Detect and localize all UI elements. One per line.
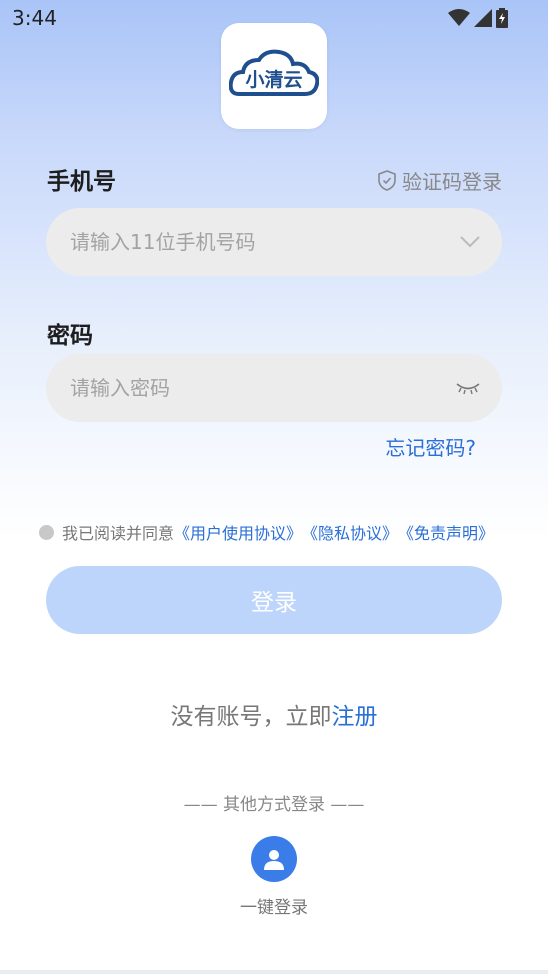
wifi-icon	[448, 9, 470, 26]
agreement-row: 我已阅读并同意 《用户使用协议》 《隐私协议》 《免责声明》	[39, 520, 494, 544]
disclaimer-link[interactable]: 《免责声明》	[398, 520, 494, 544]
chevron-down-icon[interactable]	[460, 236, 480, 248]
phone-field	[46, 208, 502, 276]
register-prefix: 没有账号，立即	[170, 704, 332, 730]
logo-text: 小清云	[245, 68, 302, 91]
other-login-title: —— 其他方式登录 ——	[183, 795, 365, 815]
register-link[interactable]: 注册	[332, 704, 378, 730]
user-agreement-link[interactable]: 《用户使用协议》	[174, 520, 302, 544]
password-label: 密码	[47, 323, 93, 349]
password-field	[46, 354, 502, 422]
privacy-link[interactable]: 《隐私协议》	[302, 520, 398, 544]
status-icons	[448, 8, 508, 28]
eye-closed-icon[interactable]	[456, 381, 480, 395]
phone-input[interactable]	[68, 229, 460, 255]
login-button[interactable]: 登录	[46, 566, 502, 634]
forgot-password-link[interactable]: 忘记密码?	[385, 432, 476, 461]
cloud-logo-icon: 小清云	[229, 49, 319, 96]
agreement-prefix: 我已阅读并同意	[62, 524, 175, 543]
sms-login-label: 验证码登录	[402, 170, 502, 194]
signal-icon	[474, 9, 492, 27]
one-key-login-button[interactable]	[251, 836, 297, 882]
one-key-login-label: 一键登录	[240, 898, 308, 918]
app-logo: 小清云	[221, 23, 327, 129]
shield-check-icon	[378, 170, 396, 191]
status-time: 3:44	[12, 6, 57, 30]
sms-login-link[interactable]: 验证码登录	[378, 166, 502, 195]
register-row: 没有账号，立即注册	[0, 697, 548, 731]
password-input[interactable]	[68, 375, 456, 401]
agreement-radio[interactable]	[39, 524, 54, 540]
bottom-divider	[0, 970, 548, 974]
user-icon	[264, 850, 284, 870]
phone-label: 手机号	[47, 169, 116, 195]
battery-icon	[496, 8, 508, 28]
